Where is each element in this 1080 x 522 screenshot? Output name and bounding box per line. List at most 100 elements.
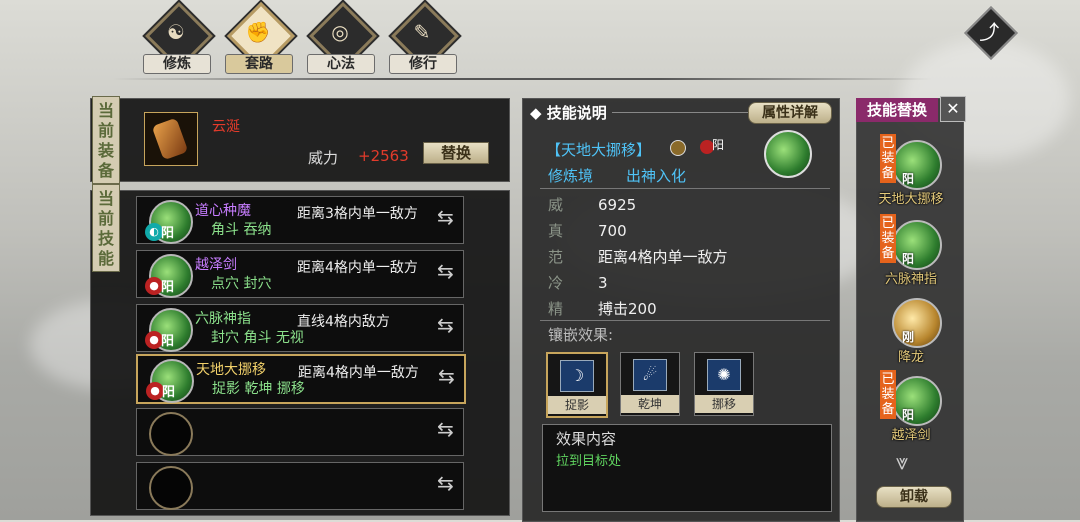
equipment-item-slot[interactable] — [144, 112, 198, 166]
skill-slot-empty[interactable]: ⇆ — [136, 462, 464, 510]
skill-slot[interactable]: ● 阳 越泽剑 点穴 封穴 距离4格内单一敌方 ⇆ — [136, 250, 464, 298]
stat-value: 700 — [598, 222, 627, 240]
power-label: 威力 — [308, 149, 339, 167]
tab-mind[interactable]: ◎ 心法 — [305, 2, 379, 74]
skill-tags: 点穴 封穴 — [211, 276, 272, 292]
close-icon[interactable]: ✕ — [940, 96, 966, 122]
skill-yin-label: 阳 — [712, 138, 725, 152]
equipped-badge: 已装备 — [880, 370, 896, 419]
replace-button[interactable]: 替换 — [423, 142, 489, 164]
gem-slot-shift[interactable]: ✺ 挪移 — [694, 352, 754, 416]
equipment-tag: 当前装备 — [92, 96, 120, 184]
tab-label: 心法 — [307, 54, 375, 74]
replace-skill-tag: 刚 — [902, 330, 915, 344]
stat-value: 搏击200 — [598, 300, 657, 318]
equipped-badge: 已装备 — [880, 214, 896, 263]
element-icon — [670, 140, 686, 156]
skill-large-icon — [764, 130, 812, 178]
stat-row: 威 6925 — [548, 194, 636, 215]
power-value: +2563 — [358, 147, 409, 165]
replace-skill-orb[interactable] — [892, 220, 942, 270]
current-skills-tag: 当前技能 — [92, 184, 120, 272]
realm-label: 修炼境 — [548, 167, 594, 185]
yin-label: 阳 — [161, 226, 175, 241]
scroll-down-icon[interactable]: ⩔ — [896, 450, 908, 475]
stat-row: 冷3 — [548, 272, 608, 293]
stat-value: 距离4格内单一敌方 — [598, 248, 728, 266]
tab-practice[interactable]: ✎ 修行 — [387, 2, 461, 74]
tab-label: 修行 — [389, 54, 457, 74]
swap-icon[interactable]: ⇆ — [437, 313, 463, 339]
skill-range: 距离4格内单一敌方 — [298, 365, 419, 381]
replace-skill-orb[interactable] — [892, 140, 942, 190]
stat-row: 真 700 — [548, 220, 627, 241]
swap-icon[interactable]: ⇆ — [437, 471, 463, 497]
cultivate-icon: ☯ — [167, 20, 185, 44]
top-divider — [112, 78, 932, 80]
fist-icon: ✊ — [245, 20, 271, 44]
skill-slot[interactable]: ● 阳 六脉神指 封穴 角斗 无视 直线4格内敌方 ⇆ — [136, 304, 464, 352]
swap-icon[interactable]: ⇆ — [438, 364, 464, 390]
skill-name: 道心种魔 — [195, 203, 251, 219]
skill-slot-empty[interactable]: ⇆ — [136, 408, 464, 456]
gauntlet-icon — [151, 117, 189, 161]
moon-icon: ☽ — [560, 360, 594, 392]
comet-icon: ☄ — [633, 359, 667, 391]
stat-key: 真 — [548, 222, 564, 240]
replace-skill-tag: 阳 — [902, 172, 915, 186]
skill-title: 【天地大挪移】 — [546, 141, 652, 159]
burst-icon: ✺ — [707, 359, 741, 391]
yin-label: 阳 — [161, 334, 175, 349]
stat-key: 精 — [548, 300, 564, 318]
skill-name: 天地大挪移 — [196, 362, 266, 378]
skill-tags: 角斗 吞纳 — [211, 222, 272, 238]
scroll-icon: ✎ — [413, 20, 431, 44]
effect-title: 效果内容 — [556, 430, 617, 448]
gem-slot-qiankun[interactable]: ☄ 乾坤 — [620, 352, 680, 416]
replace-skill-tag: 阳 — [902, 408, 915, 422]
skill-tags: 封穴 角斗 无视 — [211, 330, 304, 346]
tab-cultivate[interactable]: ☯ 修炼 — [141, 2, 215, 74]
replace-skill-orb[interactable] — [892, 298, 942, 348]
replace-skill-name: 降龙 — [897, 350, 924, 365]
swirl-icon: ◎ — [331, 20, 349, 44]
attribute-details-button[interactable]: 属性详解 — [748, 102, 832, 124]
stat-key: 范 — [548, 248, 564, 266]
replace-skill-name: 越泽剑 — [891, 428, 931, 443]
inlay-label: 镶嵌效果: — [548, 326, 614, 344]
detail-header-text: 技能说明 — [546, 104, 607, 122]
realm-value: 出神入化 — [626, 167, 687, 185]
gem-label: 乾坤 — [621, 395, 679, 413]
yin-label: 阳 — [162, 385, 176, 400]
empty-orb-icon — [149, 466, 193, 510]
skill-name: 越泽剑 — [195, 257, 237, 273]
replace-skill-orb[interactable] — [892, 376, 942, 426]
tab-label: 修炼 — [143, 54, 211, 74]
empty-orb-icon — [149, 412, 193, 456]
replace-header: 技能替换 — [856, 98, 938, 122]
gem-slot-catch-shadow[interactable]: ☽ 捉影 — [546, 352, 608, 418]
swap-icon[interactable]: ⇆ — [437, 417, 463, 443]
skill-range: 距离3格内单一敌方 — [297, 206, 418, 222]
skill-range: 直线4格内敌方 — [297, 314, 390, 330]
back-icon: ⤴ — [979, 20, 1000, 45]
equipment-name: 云涎 — [212, 119, 240, 135]
stat-value: 6925 — [598, 196, 637, 214]
skill-slot-selected[interactable]: ● 阳 天地大挪移 捉影 乾坤 挪移 距离4格内单一敌方 ⇆ — [136, 354, 466, 404]
skill-slot[interactable]: ◐ 阳 道心种魔 角斗 吞纳 距离3格内单一敌方 ⇆ — [136, 196, 464, 244]
stat-value: 3 — [598, 274, 608, 292]
stat-key: 冷 — [548, 274, 564, 292]
skill-range: 距离4格内单一敌方 — [297, 260, 418, 276]
swap-icon[interactable]: ⇆ — [437, 205, 463, 231]
replace-skill-tag: 阳 — [902, 252, 915, 266]
unload-button[interactable]: 卸载 — [876, 486, 952, 508]
replace-skill-name: 天地大挪移 — [878, 192, 944, 207]
effect-text: 拉到目标处 — [556, 454, 622, 469]
replace-skill-name: 六脉神指 — [884, 272, 937, 287]
tab-routine[interactable]: ✊ 套路 — [223, 2, 297, 74]
yin-label: 阳 — [161, 280, 175, 295]
swap-icon[interactable]: ⇆ — [437, 259, 463, 285]
stat-row: 精 搏击200 — [548, 298, 657, 319]
stat-key: 威 — [548, 196, 564, 214]
skill-tags: 捉影 乾坤 挪移 — [212, 381, 305, 397]
